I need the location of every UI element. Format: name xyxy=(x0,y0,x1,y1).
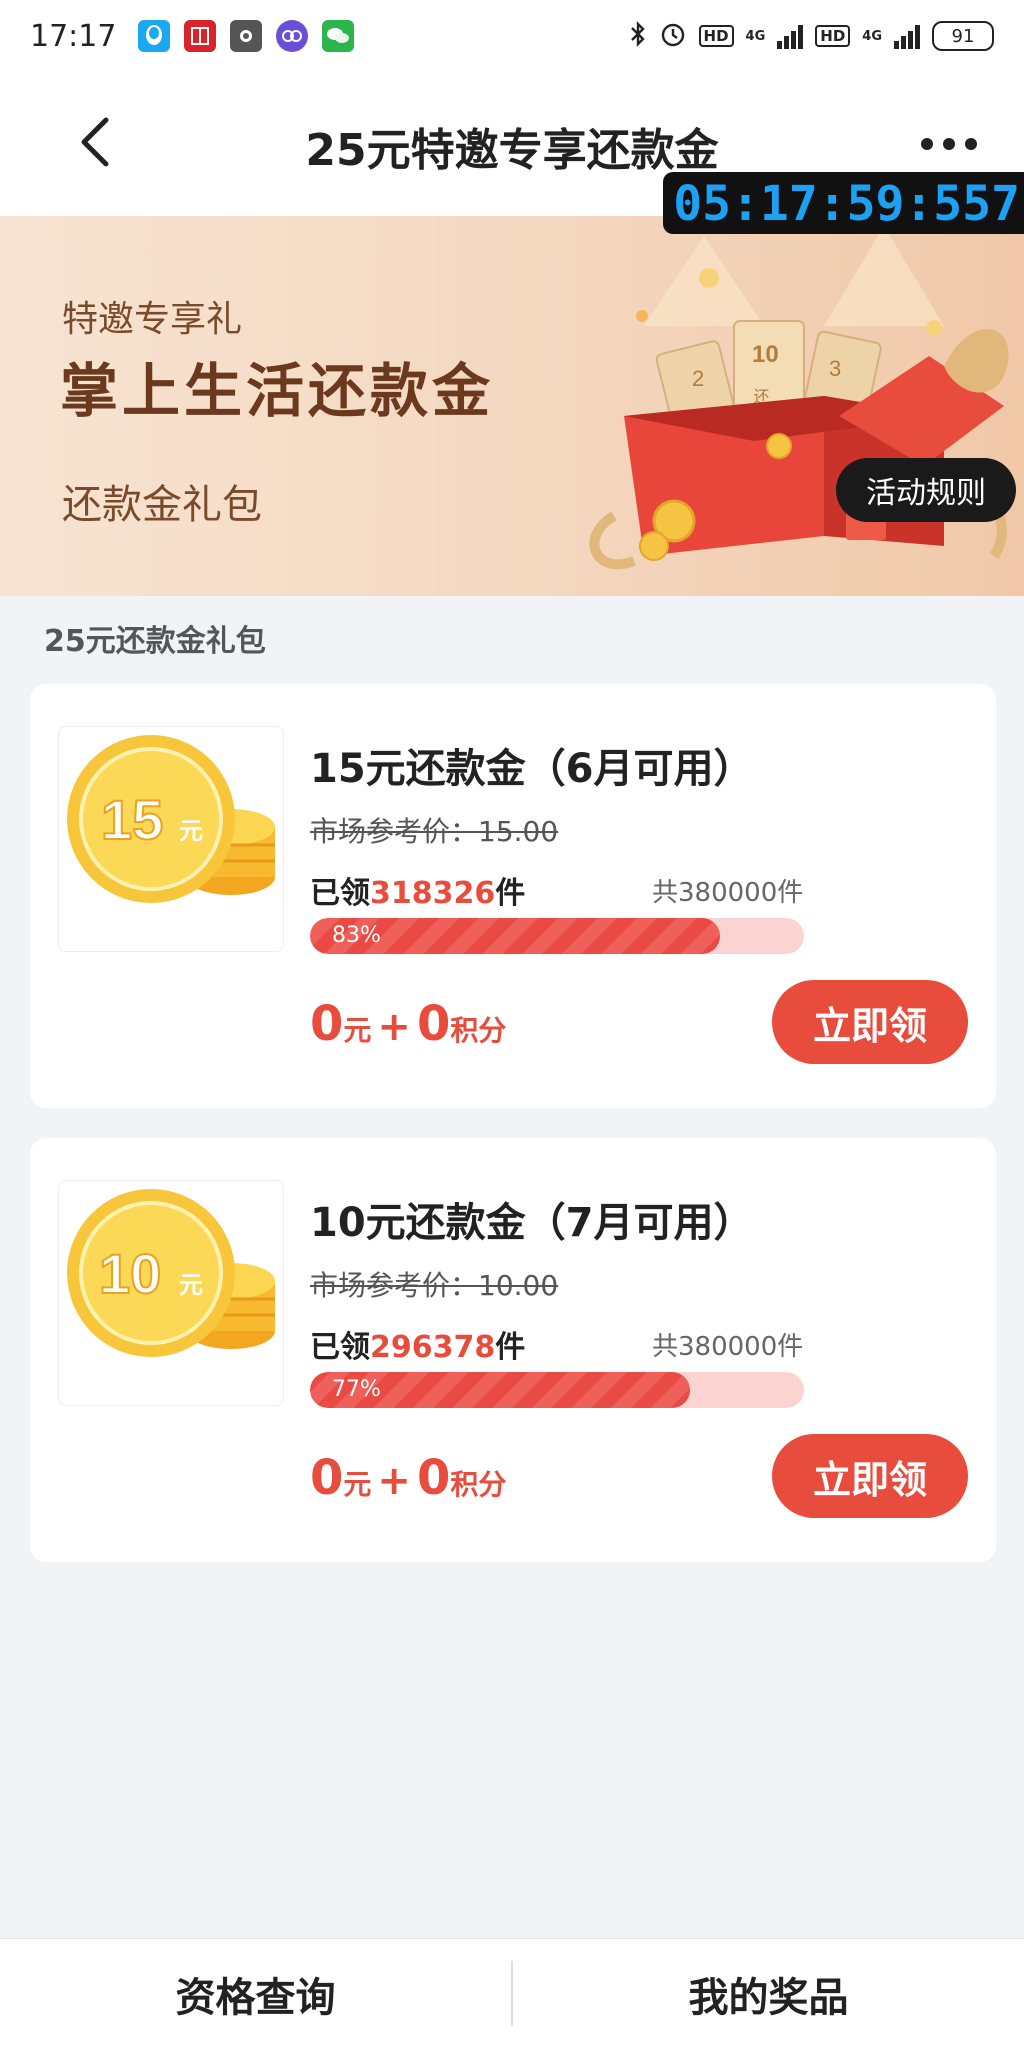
progress-bar: 83% xyxy=(310,918,804,954)
banner-subtitle: 特邀专享礼 xyxy=(62,299,243,340)
claimed-suffix: 件 xyxy=(495,1330,526,1365)
network-type-2: 4G xyxy=(862,28,882,44)
claimed-count: 已领318326件 xyxy=(310,868,525,912)
progress-percent: 83% xyxy=(332,923,381,948)
total-count: 共380000件 xyxy=(652,1332,804,1362)
more-button[interactable] xyxy=(914,132,984,156)
status-indicators: HD 4G HD 4G 91 xyxy=(629,20,994,53)
claimed-prefix: 已领 xyxy=(310,1330,370,1365)
gift-box-illustration: 2 10 3 还款金 xyxy=(589,226,1009,570)
claimed-prefix: 已领 xyxy=(310,876,370,911)
signal-icon xyxy=(777,23,804,49)
qq-icon xyxy=(138,20,171,52)
price-points-unit: 积分 xyxy=(450,1014,507,1047)
price-points: 0 xyxy=(416,996,451,1052)
coin-unit: 元 xyxy=(179,1271,203,1299)
price-yuan-unit: 元 xyxy=(343,1468,372,1501)
price-plus: + xyxy=(377,1004,411,1050)
price-yuan-unit: 元 xyxy=(343,1014,372,1047)
progress-percent: 77% xyxy=(332,1377,381,1402)
claimed-suffix: 件 xyxy=(495,876,526,911)
page-title: 25元特邀专享还款金 xyxy=(305,125,719,176)
more-dot-icon xyxy=(965,138,977,150)
coupon-card: 10 元 10元还款金（7月可用） 市场参考价：10.00 已领296378件 … xyxy=(30,1138,996,1562)
price-points-unit: 积分 xyxy=(450,1468,507,1501)
claim-button[interactable]: 立即领 xyxy=(772,1434,968,1518)
reference-price: 市场参考价：10.00 xyxy=(310,1269,559,1302)
coin-thumbnail: 10 元 xyxy=(58,1180,284,1406)
claim-button[interactable]: 立即领 xyxy=(772,980,968,1064)
hd-badge: HD xyxy=(698,25,734,47)
status-bar: 17:17 HD 4G HD 4G 91 xyxy=(0,0,1024,72)
price-plus: + xyxy=(377,1458,411,1504)
banner-tag: 还款金礼包 xyxy=(62,482,262,528)
claimed-count: 已领296378件 xyxy=(310,1322,525,1366)
total-count: 共380000件 xyxy=(652,878,804,908)
item-title: 10元还款金（7月可用） xyxy=(310,1200,754,1246)
network-type: 4G xyxy=(745,28,766,44)
coin-unit: 元 xyxy=(179,817,203,845)
more-dot-icon xyxy=(921,138,933,150)
camera-app-icon xyxy=(230,20,263,52)
coupon-card: 15 元 15元还款金（6月可用） 市场参考价：15.00 已领318326件 … xyxy=(30,684,996,1108)
battery-indicator: 91 xyxy=(932,21,994,51)
ticket-label-2: 2 xyxy=(692,366,704,391)
activity-rules-button[interactable]: 活动规则 xyxy=(836,458,1016,522)
hd-badge-2: HD xyxy=(815,25,851,47)
notification-icons xyxy=(138,20,355,52)
gold-coin-icon: 15 元 xyxy=(67,735,275,903)
coin-value: 15 xyxy=(101,788,163,851)
wechat-icon xyxy=(322,20,355,52)
ticket-label-10: 10 xyxy=(752,341,779,368)
progress-fill: 77% xyxy=(310,1372,691,1408)
promo-banner: 特邀专享礼 掌上生活还款金 还款金礼包 活动规则 2 10 3 还款金 xyxy=(0,216,1024,596)
link-app-icon xyxy=(276,20,309,52)
section-title: 25元还款金礼包 xyxy=(44,624,266,659)
price-yuan: 0 xyxy=(310,1450,344,1506)
coin-thumbnail: 15 元 xyxy=(58,726,284,952)
reference-price: 市场参考价：15.00 xyxy=(310,815,559,848)
timer-overlay: 05:17:59:557 xyxy=(663,172,1024,234)
coin-value: 10 xyxy=(99,1242,161,1305)
claimed-number: 296378 xyxy=(370,1330,496,1365)
qualification-query-tab[interactable]: 资格查询 xyxy=(0,1939,511,2048)
price: 0 元 + 0 积分 xyxy=(310,996,506,1052)
bank-app-icon xyxy=(184,20,217,52)
banner-title: 掌上生活还款金 xyxy=(60,357,495,425)
price: 0 元 + 0 积分 xyxy=(310,1450,506,1506)
more-dot-icon xyxy=(943,138,955,150)
bottom-bar: 资格查询 我的奖品 xyxy=(0,1938,1024,2048)
status-time: 17:17 xyxy=(30,18,117,54)
claimed-number: 318326 xyxy=(370,876,496,911)
ticket-label-3: 3 xyxy=(829,356,841,381)
price-points: 0 xyxy=(416,1450,451,1506)
price-yuan: 0 xyxy=(310,996,344,1052)
bluetooth-icon xyxy=(629,20,647,53)
progress-bar: 77% xyxy=(310,1372,804,1408)
item-title: 15元还款金（6月可用） xyxy=(310,746,754,792)
gold-coin-icon: 10 元 xyxy=(67,1189,275,1357)
alarm-icon xyxy=(659,20,687,53)
signal-icon-2 xyxy=(894,23,920,49)
my-prizes-tab[interactable]: 我的奖品 xyxy=(513,1939,1024,2048)
progress-fill: 83% xyxy=(310,918,721,954)
